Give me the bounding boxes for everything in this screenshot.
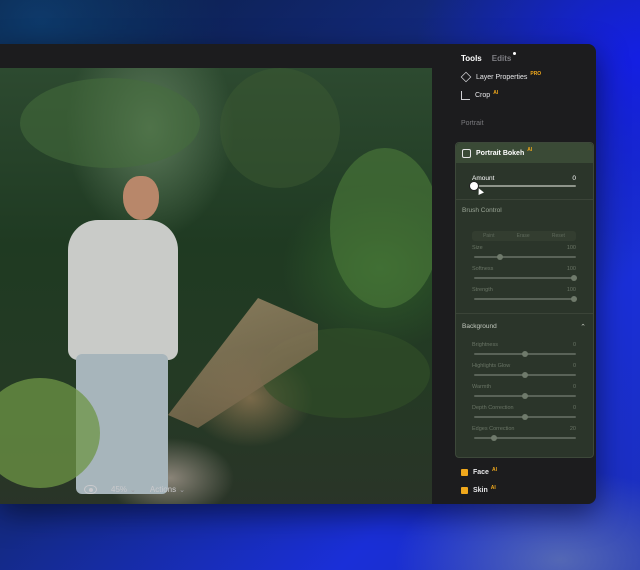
slider-knob[interactable] (570, 296, 577, 302)
person-shirt (68, 220, 178, 360)
slider-knob[interactable] (570, 275, 577, 281)
layers-icon (460, 71, 472, 83)
menu-item-label: Crop (475, 92, 491, 99)
amount-slider-track[interactable] (474, 185, 576, 187)
zoom-value: 45% (111, 485, 128, 494)
ai-badge: AI (527, 147, 533, 153)
pro-badge: PRO (530, 71, 542, 77)
foliage (220, 68, 340, 188)
slider-knob[interactable] (522, 393, 528, 399)
ai-badge: AI (491, 466, 497, 473)
foliage (330, 148, 432, 308)
portrait-bokeh-header[interactable]: Portrait Bokeh AI (456, 143, 593, 163)
editor-window: 45% ⌄ Actions ⌄ Tools Edits Layer Properti… (0, 44, 596, 504)
chevron-down-icon: ⌄ (130, 487, 136, 494)
slider-value: 20 (569, 426, 576, 432)
actions-dropdown[interactable]: Actions ⌄ (150, 485, 185, 494)
slider-label: Strength (472, 287, 493, 293)
skin-icon (461, 487, 468, 494)
slider-track[interactable] (474, 277, 576, 279)
slider-row: Warmth 0 (472, 384, 576, 390)
ai-badge: AI (490, 484, 496, 491)
portrait-bokeh-panel: Portrait Bokeh AI Amount 0 Brush Control… (455, 142, 594, 458)
brush-mode-paint[interactable]: Paint (483, 233, 494, 239)
menu-item-layer-properties[interactable]: Layer Properties PRO (460, 71, 542, 83)
menu-item-label: Skin (473, 487, 488, 494)
slider-row: Highlights Glow 0 (472, 363, 576, 369)
slider-row: Edges Correction 20 (472, 426, 576, 432)
menu-item-label: Layer Properties (476, 73, 528, 81)
menu-item-crop[interactable]: Crop AI (461, 89, 499, 100)
actions-label: Actions (149, 485, 177, 494)
amount-row: Amount 0 (472, 175, 576, 182)
brush-control-label: Brush Control (462, 207, 502, 214)
slider-label: Edges Correction (472, 426, 515, 432)
slider-label: Size (472, 245, 483, 251)
slider-row: Depth Correction 0 (472, 405, 576, 411)
slider-knob[interactable] (522, 351, 528, 357)
bokeh-icon (462, 148, 471, 158)
slider-row: Brightness 0 (472, 342, 576, 348)
zoom-dropdown[interactable]: 45% ⌄ (111, 485, 136, 494)
menu-item-face[interactable]: Face AI (461, 466, 497, 476)
slider-label: Highlights Glow (472, 363, 511, 369)
tab-edits-label: Edits (491, 54, 512, 63)
section-portrait: Portrait (461, 120, 484, 127)
slider-track[interactable] (474, 437, 576, 439)
slider-value: 0 (572, 342, 576, 348)
slider-value: 0 (572, 384, 576, 390)
slider-label: Warmth (472, 384, 492, 390)
canvas-toolbar: 45% ⌄ Actions ⌄ (84, 485, 185, 494)
menu-item-skin[interactable]: Skin AI (461, 484, 496, 494)
slider-track[interactable] (474, 256, 576, 258)
slider-value: 100 (566, 266, 576, 272)
slider-row: Softness 100 (472, 266, 576, 272)
photo-canvas[interactable] (0, 68, 432, 504)
tools-panel: Tools Edits Layer Properties PRO Crop AI… (452, 44, 596, 504)
divider (456, 313, 593, 314)
panel-tabs: Tools Edits (461, 52, 517, 63)
brush-mode-reset[interactable]: Reset (552, 233, 565, 239)
slider-knob[interactable] (522, 372, 528, 378)
slider-track[interactable] (474, 298, 576, 300)
chevron-up-icon: ⌃ (580, 324, 586, 331)
crop-icon (461, 91, 470, 100)
portrait-bokeh-title: Portrait Bokeh (476, 149, 525, 157)
background-section-header[interactable]: Background ⌃ (462, 323, 586, 331)
face-icon (461, 469, 468, 476)
slider-row: Strength 100 (472, 287, 576, 293)
amount-label: Amount (472, 175, 495, 182)
slider-knob[interactable] (491, 435, 498, 441)
chevron-down-icon: ⌄ (179, 487, 185, 494)
ai-badge: AI (493, 89, 499, 96)
slider-label: Brightness (472, 342, 498, 348)
background-label: Background (462, 323, 497, 330)
slider-value: 100 (566, 245, 576, 251)
slider-row: Size 100 (472, 245, 576, 251)
tab-edits[interactable]: Edits (491, 52, 517, 63)
menu-item-label: Face (473, 469, 489, 476)
slider-value: 0 (572, 405, 576, 411)
slider-knob[interactable] (496, 254, 503, 260)
foliage (20, 78, 200, 168)
brush-mode-tabs[interactable]: Paint Erase Reset (472, 231, 576, 241)
slider-label: Softness (472, 266, 494, 272)
slider-label: Depth Correction (472, 405, 514, 411)
slider-knob[interactable] (522, 414, 528, 420)
tab-tools[interactable]: Tools (461, 54, 482, 63)
eye-icon[interactable] (84, 485, 97, 494)
slider-value: 0 (572, 363, 576, 369)
person-head (123, 176, 159, 220)
divider (456, 199, 593, 200)
brush-mode-erase[interactable]: Erase (517, 233, 530, 239)
notification-dot (513, 52, 517, 55)
cursor-icon (476, 187, 484, 195)
slider-value: 100 (566, 287, 576, 293)
amount-value: 0 (572, 175, 576, 182)
